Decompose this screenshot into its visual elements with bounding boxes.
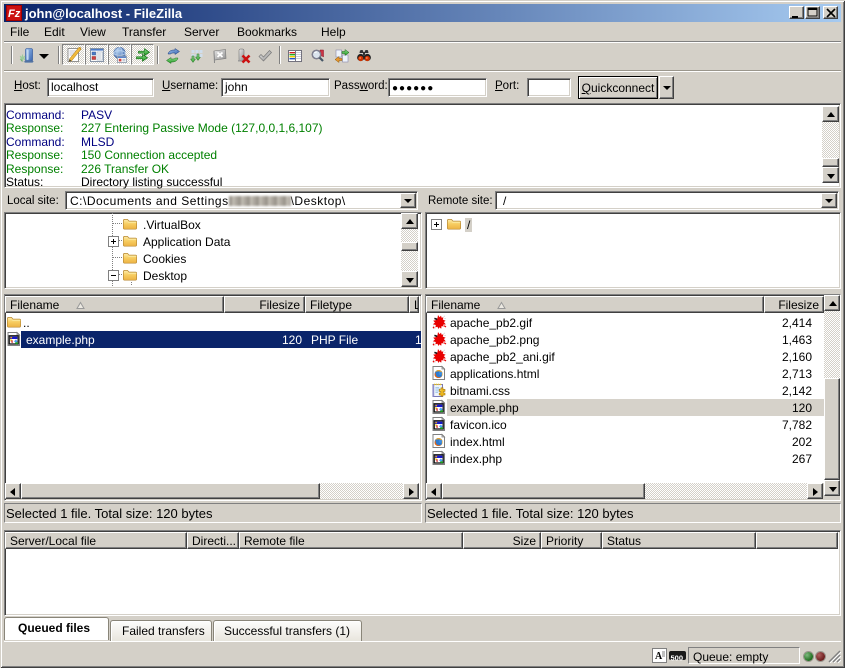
svg-text:500: 500	[671, 654, 684, 663]
svg-text:Fz: Fz	[8, 8, 21, 20]
svg-text:A: A	[655, 651, 663, 662]
